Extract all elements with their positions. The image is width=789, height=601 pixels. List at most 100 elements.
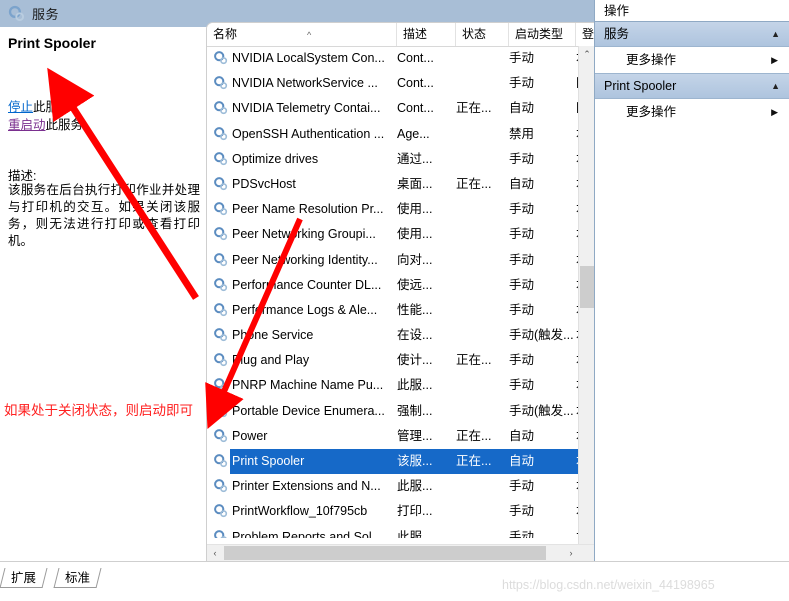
scroll-up-arrow-icon[interactable]: ⌃ [579,46,595,63]
cell-description: 通过... [397,151,433,166]
tab-extended[interactable]: 扩展 [0,568,48,588]
table-row[interactable]: Peer Name Resolution Pr...使用...手动本 [207,197,579,222]
cell-description: 使计... [397,353,433,368]
submenu-arrow-icon: ▶ [771,107,778,117]
cell-name: NVIDIA LocalSystem Con... [232,51,385,65]
cell-startup-type: 手动 [509,504,535,519]
service-gear-icon [214,302,228,316]
cell-status [456,147,502,172]
cell-description: 该服... [397,454,433,468]
cell-startup-type: 自动 [509,454,535,468]
table-row[interactable]: NVIDIA NetworkService ...Cont...手动网 [207,71,579,96]
table-row[interactable]: Phone Service在设...手动(触发...本 [207,323,579,348]
table-row[interactable]: NVIDIA LocalSystem Con...Cont...手动本 [207,46,579,71]
scroll-left-arrow-icon[interactable]: ‹ [207,545,223,562]
service-gear-icon [214,378,228,392]
service-gear-icon [214,428,228,442]
table-row[interactable]: Plug and Play使计...正在...手动本 [207,348,579,373]
tab-standard[interactable]: 标准 [53,568,102,588]
table-row[interactable]: Power管理...正在...自动本 [207,424,579,449]
selected-service-name: Print Spooler [8,35,96,51]
cell-name: PNRP Machine Name Pu... [232,378,384,393]
services-window: 服务 Print Spooler 停止此服务 重启动此服务 描述: 该服务在后台… [0,0,789,601]
cell-description: 强制... [397,403,433,418]
service-details-pane: Print Spooler 停止此服务 重启动此服务 描述: 该服务在后台执行打… [0,27,206,561]
service-gear-icon [214,227,228,241]
list-horizontal-scrollbar[interactable]: ‹ › [207,544,595,562]
actions-group-header-print-spooler[interactable]: Print Spooler ▲ [595,74,789,99]
cell-startup-type: 自动 [509,101,535,116]
cell-startup-type: 手动 [509,202,535,217]
table-row[interactable]: Performance Logs & Ale...性能...手动本 [207,298,579,323]
service-gear-icon [214,151,228,165]
cell-status [456,273,502,298]
horizontal-scroll-thumb[interactable] [224,546,546,560]
cell-startup-type: 手动 [509,302,535,317]
cell-startup-type: 手动(触发... [509,403,574,418]
table-row[interactable]: Portable Device Enumera...强制...手动(触发...本 [207,399,579,424]
cell-status [456,525,502,538]
cell-startup-type: 手动 [509,353,535,368]
restart-service-link[interactable]: 重启动 [8,118,46,132]
cell-status [456,248,502,273]
service-gear-icon [214,328,228,342]
cell-name: Problem Reports and Sol... [232,529,383,538]
cell-description: Cont... [397,76,434,91]
cell-name: NVIDIA NetworkService ... [232,76,378,91]
cell-status: 正在... [456,101,492,116]
cell-startup-type: 手动 [509,76,535,91]
vertical-scroll-thumb[interactable] [580,266,594,308]
cell-status [456,298,502,323]
stop-service-link[interactable]: 停止 [8,100,33,114]
cell-description: Age... [397,126,430,141]
actions-pane: 操作 服务 ▲ 更多操作 ▶ Print Spooler ▲ 更多操作 ▶ [594,0,789,561]
cell-status [456,499,502,524]
scroll-right-arrow-icon[interactable]: › [563,545,579,562]
table-row[interactable]: PDSvcHost桌面...正在...自动本 [207,172,579,197]
table-row[interactable]: Performance Counter DL...使远...手动本 [207,273,579,298]
table-row[interactable]: Printer Extensions and N...此服...手动本 [207,474,579,499]
column-header-status[interactable]: 状态 [456,23,509,46]
table-row[interactable]: NVIDIA Telemetry Contai... Cont... 正在... 自动… [207,96,579,121]
table-row[interactable]: OpenSSH Authentication ...Age...禁用本 [207,122,579,147]
column-header-log-on-as[interactable]: 登 [576,23,595,46]
annotation-start-service-note: 如果处于关闭状态，则启动即可 [4,403,193,418]
table-row[interactable]: Problem Reports and Sol...此服...手动本 [207,525,579,538]
cell-description: 管理... [397,428,433,443]
cell-status [456,222,502,247]
collapse-caret-icon[interactable]: ▲ [771,22,780,47]
collapse-caret-icon[interactable]: ▲ [771,74,780,99]
table-row-selected[interactable]: Print Spooler该服...正在...自动本 [207,449,579,475]
cell-name: Portable Device Enumera... [232,403,385,418]
cell-startup-type: 手动 [509,151,535,166]
table-row[interactable]: Peer Networking Identity...向对...手动本 [207,248,579,273]
actions-group-header-services[interactable]: 服务 ▲ [595,22,789,47]
list-column-header: 名称 ^ 描述 状态 启动类型 登 [207,23,595,47]
cell-startup-type: 手动(触发... [509,328,574,343]
submenu-arrow-icon: ▶ [771,55,778,65]
column-header-name[interactable]: 名称 ^ [207,23,397,46]
table-row[interactable]: PNRP Machine Name Pu...此服...手动本 [207,373,579,398]
service-gear-icon [214,403,228,417]
list-vertical-scrollbar[interactable]: ⌃ ⌄ [578,46,595,561]
sort-ascending-icon: ^ [307,30,312,40]
column-header-startup-type[interactable]: 启动类型 [509,23,576,46]
cell-name: PDSvcHost [232,176,296,191]
cell-status: 正在... [456,428,492,443]
cell-name: Performance Counter DL... [232,277,382,292]
cell-name: Power [232,428,268,443]
actions-item-more-actions-print-spooler[interactable]: 更多操作 ▶ [595,100,789,125]
table-row[interactable]: Peer Networking Groupi...使用...手动本 [207,222,579,247]
table-row[interactable]: Optimize drives通过...手动本 [207,147,579,172]
column-header-description[interactable]: 描述 [397,23,456,46]
cell-name: Printer Extensions and N... [232,479,381,494]
services-rows-container: NVIDIA LocalSystem Con...Cont...手动本NVIDI… [207,46,579,538]
table-row[interactable]: PrintWorkflow_10f795cb打印...手动本 [207,499,579,524]
cell-name: Peer Networking Groupi... [232,227,376,242]
cell-name: Plug and Play [232,353,310,368]
actions-item-more-actions-services[interactable]: 更多操作 ▶ [595,48,789,73]
cell-status [456,122,502,147]
cell-startup-type: 手动 [509,252,535,267]
actions-group-label-print-spooler: Print Spooler [604,79,677,93]
cell-startup-type: 手动 [509,378,535,393]
